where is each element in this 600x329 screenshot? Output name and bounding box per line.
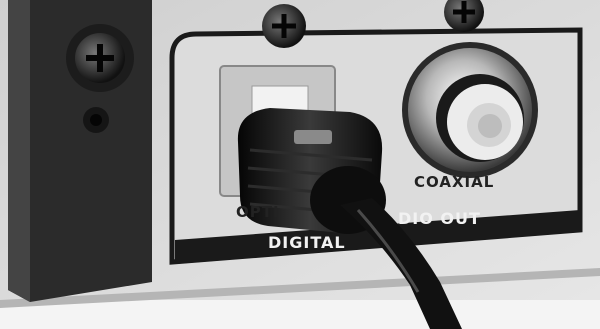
audio-panel-photo: OPTI COAXIAL DIGITAL DIO OUT bbox=[0, 0, 600, 329]
audio-out-label: DIO OUT bbox=[398, 209, 481, 228]
panel-illustration bbox=[0, 0, 600, 329]
floor bbox=[0, 300, 600, 329]
left-strip-edge bbox=[8, 0, 30, 302]
optical-label: OPTI bbox=[236, 203, 280, 221]
rca-jack-center bbox=[478, 114, 502, 138]
plug-latch bbox=[294, 130, 332, 144]
coaxial-label: COAXIAL bbox=[414, 173, 495, 191]
digital-label: DIGITAL bbox=[268, 233, 346, 252]
